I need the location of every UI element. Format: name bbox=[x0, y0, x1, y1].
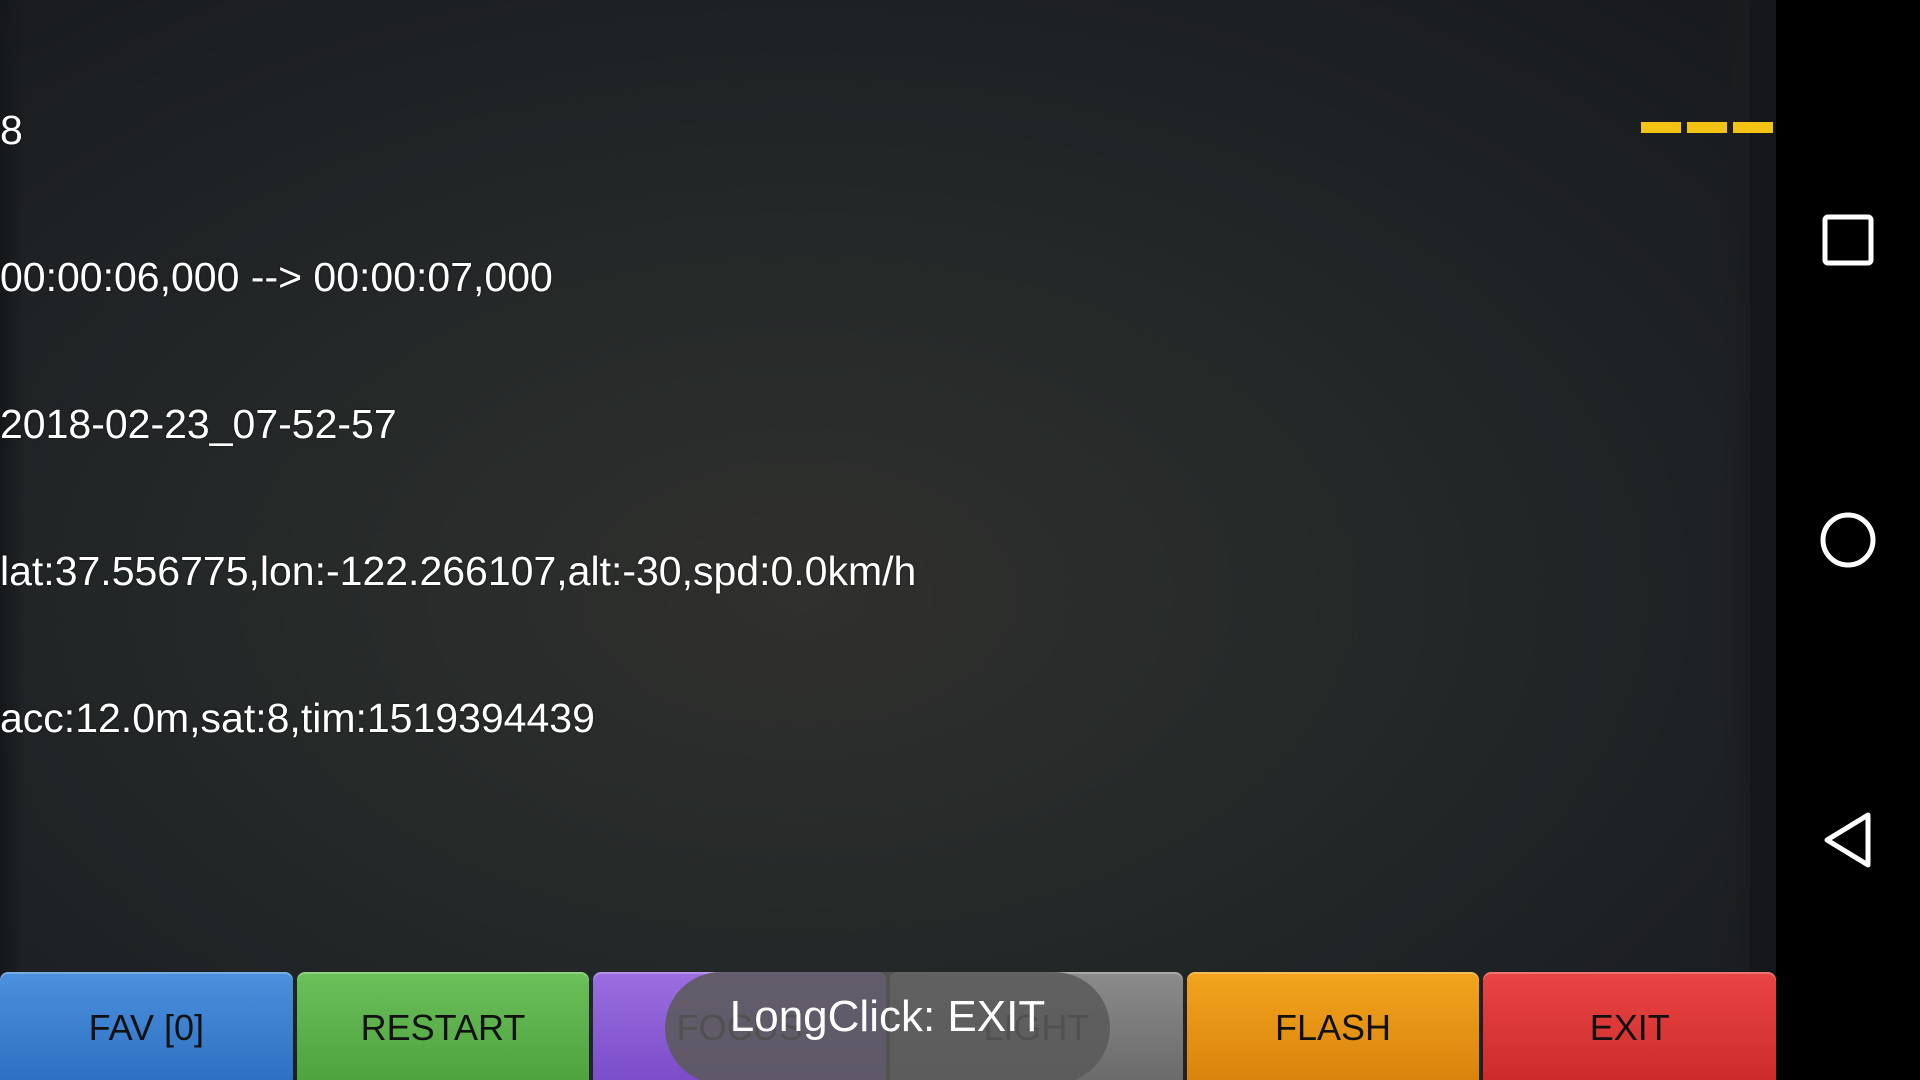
camera-viewfinder[interactable]: 8 00:00:06,000 --> 00:00:07,000 2018-02-… bbox=[0, 0, 1776, 1080]
level-segment bbox=[1687, 122, 1727, 133]
viewfinder-right-edge bbox=[1750, 0, 1776, 1080]
fav-button[interactable]: FAV [0] bbox=[0, 972, 293, 1080]
subtitle-overlay: 8 00:00:06,000 --> 00:00:07,000 2018-02-… bbox=[0, 8, 916, 841]
viewfinder-right-shade bbox=[1720, 0, 1750, 1080]
level-segment bbox=[1733, 122, 1773, 133]
back-triangle-icon[interactable] bbox=[1798, 790, 1898, 890]
subtitle-datetime: 2018-02-23_07-52-57 bbox=[0, 401, 397, 447]
restart-button[interactable]: RESTART bbox=[296, 972, 590, 1080]
level-indicator bbox=[1641, 122, 1773, 133]
home-circle-icon[interactable] bbox=[1798, 490, 1898, 590]
android-navigation-bar bbox=[1776, 0, 1920, 1080]
subtitle-index: 8 bbox=[0, 107, 23, 153]
exit-button[interactable]: EXIT bbox=[1483, 972, 1777, 1080]
recents-square-icon[interactable] bbox=[1798, 190, 1898, 290]
camera-screen: 8 00:00:06,000 --> 00:00:07,000 2018-02-… bbox=[0, 0, 1920, 1080]
flash-button[interactable]: FLASH bbox=[1186, 972, 1480, 1080]
subtitle-gps-accuracy: acc:12.0m,sat:8,tim:1519394439 bbox=[0, 695, 595, 741]
subtitle-timecode: 00:00:06,000 --> 00:00:07,000 bbox=[0, 254, 553, 300]
toast-message: LongClick: EXIT bbox=[665, 972, 1110, 1080]
subtitle-gps-position: lat:37.556775,lon:-122.266107,alt:-30,sp… bbox=[0, 548, 917, 594]
level-segment bbox=[1641, 122, 1681, 133]
